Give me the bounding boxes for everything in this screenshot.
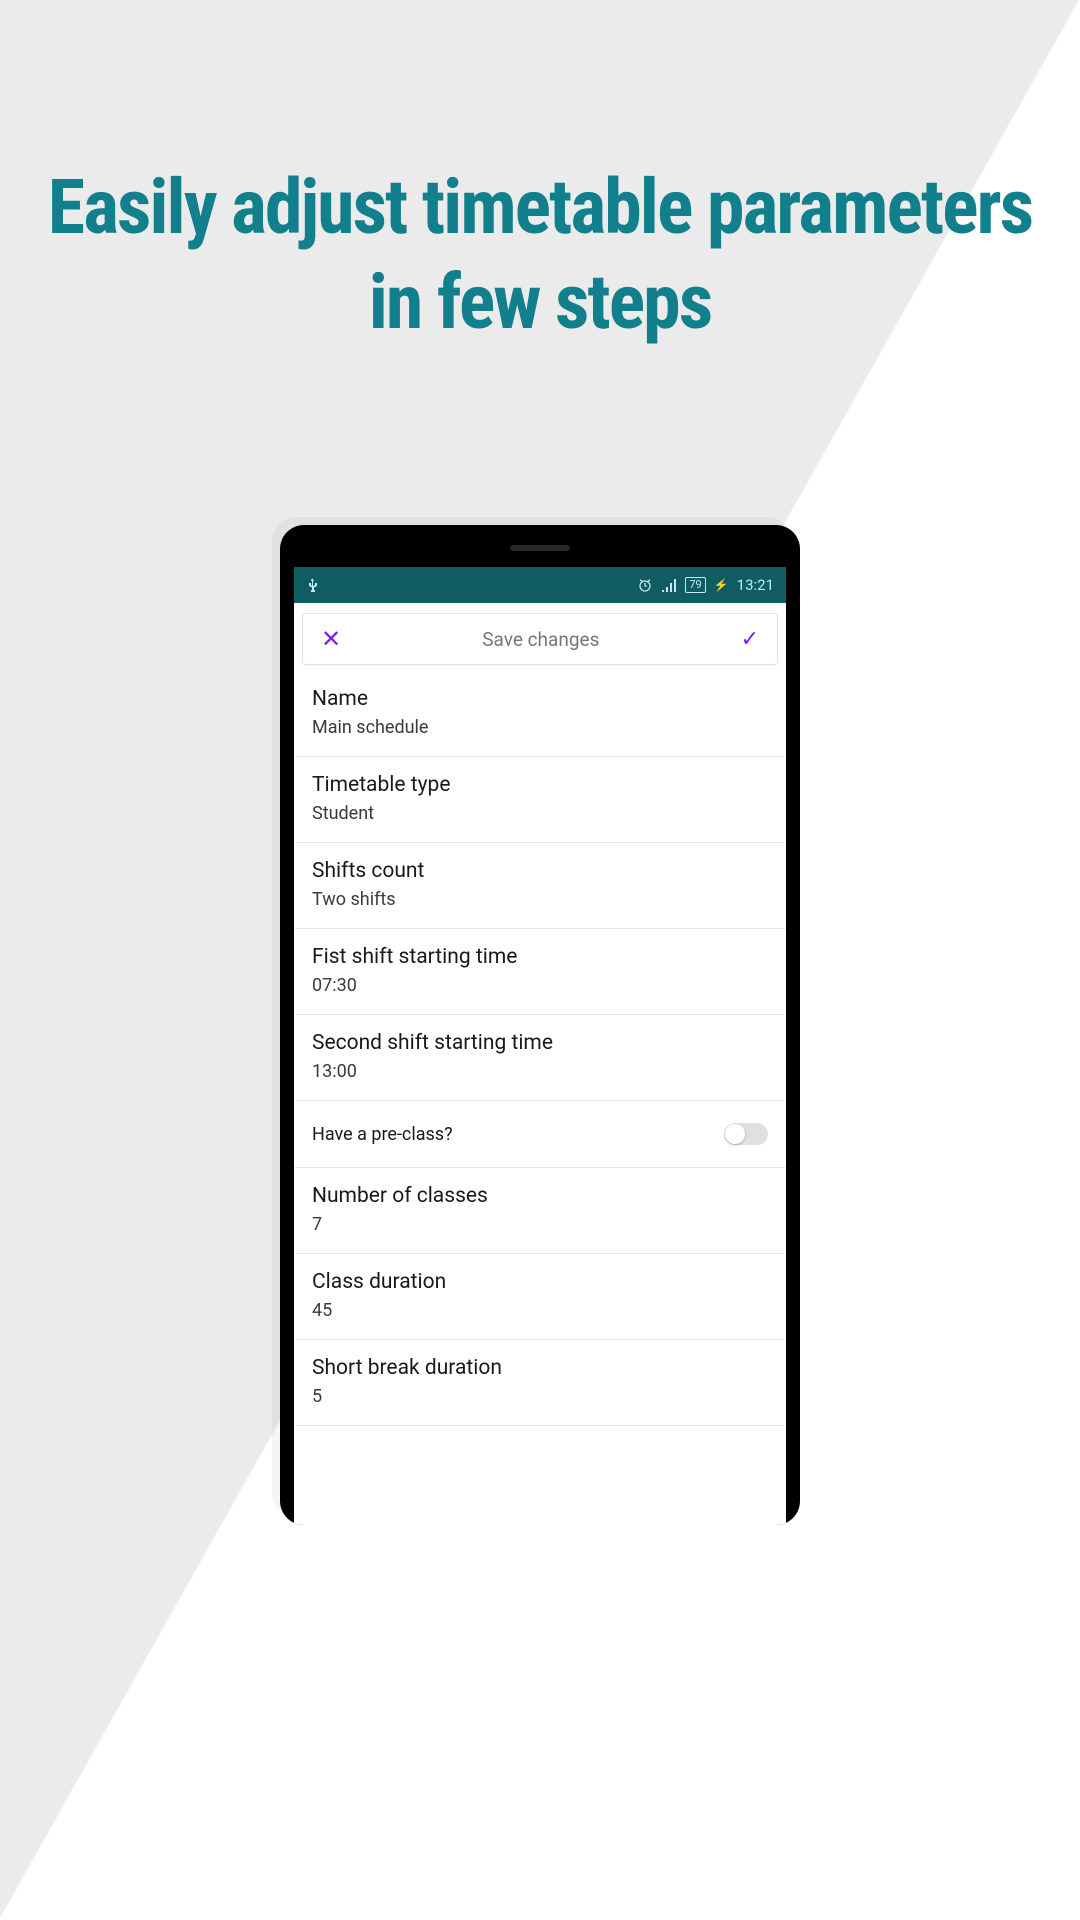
setting-label: Name (312, 687, 768, 711)
save-bar-container: ✕ Save changes ✓ (294, 603, 786, 671)
headline-line-2: in few steps (369, 257, 711, 347)
setting-class-duration[interactable]: Class duration 45 (294, 1254, 786, 1340)
check-icon[interactable]: ✓ (741, 627, 759, 652)
phone-screen: 79 ⚡ 13:21 ✕ Save changes ✓ Name Main sc… (294, 567, 786, 1525)
setting-label: Timetable type (312, 773, 768, 797)
pre-class-toggle[interactable] (724, 1123, 768, 1145)
alarm-icon (637, 577, 653, 593)
charging-icon: ⚡ (714, 578, 729, 592)
setting-first-shift-time[interactable]: Fist shift starting time 07:30 (294, 929, 786, 1015)
setting-value: 5 (312, 1386, 768, 1407)
setting-shifts-count[interactable]: Shifts count Two shifts (294, 843, 786, 929)
setting-value: 45 (312, 1300, 768, 1321)
headline-line-1: Easily adjust timetable parameters (48, 162, 1032, 252)
settings-list: Name Main schedule Timetable type Studen… (294, 671, 786, 1525)
setting-name[interactable]: Name Main schedule (294, 671, 786, 757)
setting-label: Fist shift starting time (312, 945, 768, 969)
save-bar-title: Save changes (341, 628, 740, 651)
setting-label: Number of classes (312, 1184, 768, 1208)
setting-value: Two shifts (312, 889, 768, 910)
status-time: 13:21 (737, 576, 774, 594)
setting-label: Have a pre-class? (312, 1124, 453, 1145)
battery-percent: 79 (689, 578, 701, 592)
setting-label: Short break duration (312, 1356, 768, 1380)
setting-value: 13:00 (312, 1061, 768, 1082)
setting-value: Main schedule (312, 717, 768, 738)
setting-label: Shifts count (312, 859, 768, 883)
setting-label: Second shift starting time (312, 1031, 768, 1055)
phone-frame: 79 ⚡ 13:21 ✕ Save changes ✓ Name Main sc… (280, 525, 800, 1525)
setting-second-shift-time[interactable]: Second shift starting time 13:00 (294, 1015, 786, 1101)
setting-value: 07:30 (312, 975, 768, 996)
usb-icon (306, 578, 318, 592)
close-icon[interactable]: ✕ (321, 625, 341, 653)
setting-timetable-type[interactable]: Timetable type Student (294, 757, 786, 843)
status-bar: 79 ⚡ 13:21 (294, 567, 786, 603)
setting-pre-class[interactable]: Have a pre-class? (294, 1101, 786, 1168)
setting-value: Student (312, 803, 768, 824)
setting-short-break-duration[interactable]: Short break duration 5 (294, 1340, 786, 1426)
signal-icon (661, 578, 677, 592)
headline: Easily adjust timetable parameters in fe… (0, 160, 1080, 350)
save-bar: ✕ Save changes ✓ (302, 613, 778, 665)
setting-value: 7 (312, 1214, 768, 1235)
battery-indicator: 79 (685, 577, 705, 593)
setting-number-of-classes[interactable]: Number of classes 7 (294, 1168, 786, 1254)
setting-label: Class duration (312, 1270, 768, 1294)
